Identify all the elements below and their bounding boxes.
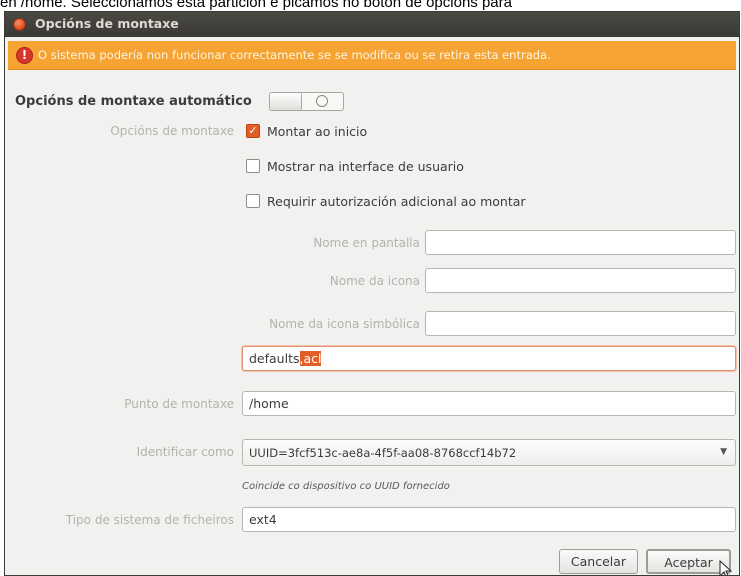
identify-hint: Coincide co dispositivo co UUID fornecid… [242, 481, 450, 492]
identify-as-dropdown[interactable]: UUID=3fcf513c-ae8a-4f5f-aa08-8768ccf14b7… [242, 439, 736, 466]
mount-options-selection: ,acl [299, 351, 322, 366]
mount-options-text: defaults [249, 351, 300, 366]
fs-type-label: Tipo de sistema de ficheiros [65, 513, 234, 527]
mount-point-label: Punto de montaxe [124, 397, 234, 411]
mount-at-startup-label: Montar ao inicio [267, 124, 368, 139]
symbolic-icon-input[interactable] [425, 311, 736, 336]
mouse-pointer-icon [719, 560, 733, 575]
show-in-ui-label: Mostrar na interface de usuario [267, 159, 464, 174]
fs-type-input[interactable]: ext4 [242, 507, 736, 532]
require-auth-label: Requirir autorización adicional ao monta… [267, 194, 526, 209]
mount-options-label: Opcións de montaxe [110, 124, 234, 138]
cancel-button[interactable]: Cancelar [559, 549, 638, 574]
mount-options-dialog: Opcións de montaxe ! O sistema podería n… [4, 11, 740, 576]
close-icon[interactable] [13, 18, 26, 31]
show-in-ui-checkbox[interactable] [246, 159, 260, 173]
mount-options-input[interactable]: defaults,acl [242, 346, 736, 371]
mount-point-input[interactable]: /home [242, 391, 736, 416]
window-title: Opcións de montaxe [35, 16, 179, 31]
switch-knob [270, 93, 302, 110]
error-icon: ! [16, 47, 33, 64]
mount-at-startup-checkbox[interactable]: ✓ [246, 124, 260, 138]
icon-name-input[interactable] [425, 268, 736, 293]
icon-name-label: Nome da icona [329, 274, 420, 288]
chevron-down-icon: ▼ [720, 447, 727, 457]
symbolic-icon-label: Nome da icona simbólica [269, 317, 420, 331]
identify-as-value: UUID=3fcf513c-ae8a-4f5f-aa08-8768ccf14b7… [249, 446, 517, 460]
warning-text: O sistema podería non funcionar correcta… [38, 48, 551, 62]
display-name-input[interactable] [425, 230, 736, 255]
require-auth-checkbox[interactable] [246, 194, 260, 208]
title-bar: Opcións de montaxe [5, 12, 739, 37]
switch-off-icon [316, 95, 328, 107]
display-name-label: Nome en pantalla [313, 236, 420, 250]
identify-as-label: Identificar como [136, 445, 234, 459]
warning-banner: ! O sistema podería non funcionar correc… [8, 41, 736, 70]
auto-mount-switch[interactable] [269, 92, 344, 111]
auto-mount-label: Opcións de montaxe automático [15, 94, 252, 109]
